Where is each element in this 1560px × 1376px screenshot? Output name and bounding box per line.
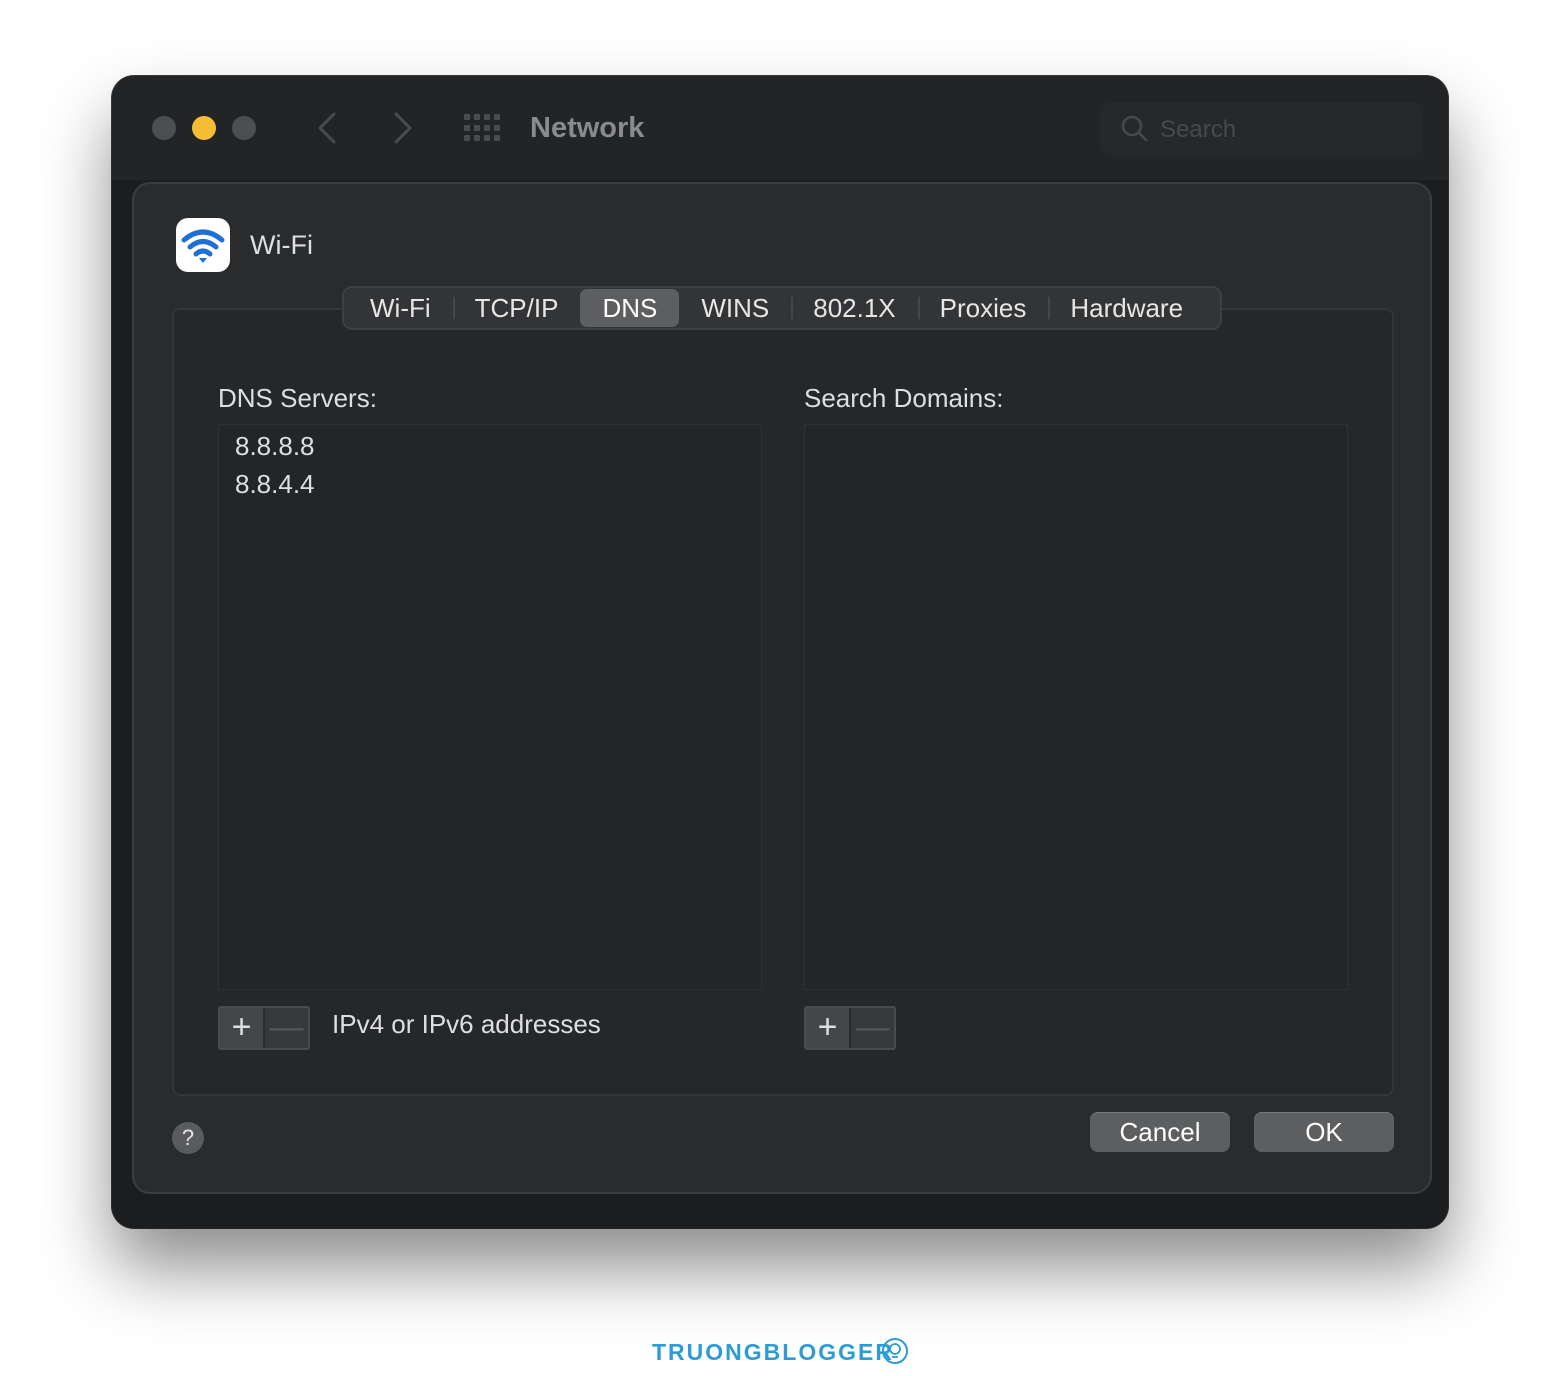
minimize-window-button[interactable] [192,116,216,140]
tab-proxies[interactable]: Proxies [917,289,1049,327]
tab-dns[interactable]: DNS [580,289,680,327]
dns-content-panel: DNS Servers: 8.8.8.8 8.8.4.4 + — IPv4 or… [172,308,1394,1096]
wifi-advanced-sheet: Wi-Fi DNS Servers: 8.8.8.8 8.8.4.4 + — I… [132,182,1432,1194]
tab-wins[interactable]: WINS [679,289,791,327]
help-button[interactable]: ? [172,1122,204,1154]
network-preferences-window: Network Wi-Fi DNS Servers: 8.8.8.8 8 [112,76,1448,1228]
tab-8021x[interactable]: 802.1X [791,289,917,327]
wifi-icon [176,218,230,272]
search-domains-add-remove: + — [804,1006,896,1050]
search-field[interactable] [1100,102,1422,156]
tab-tcpip[interactable]: TCP/IP [452,289,581,327]
cancel-button[interactable]: Cancel [1090,1112,1230,1152]
watermark-text: TRUONGBLOGGER [652,1339,894,1365]
tab-hardware[interactable]: Hardware [1048,289,1205,327]
forward-button[interactable] [382,106,422,150]
sheet-title: Wi-Fi [250,230,313,260]
back-button[interactable] [308,106,348,150]
window-title: Network [530,112,645,144]
lightbulb-icon [882,1338,908,1364]
dns-server-item[interactable]: 8.8.4.4 [219,465,761,503]
search-domains-list[interactable] [804,424,1348,990]
dns-servers-label: DNS Servers: [218,383,377,413]
dns-server-item[interactable]: 8.8.8.8 [219,427,761,465]
search-input[interactable] [1158,112,1402,148]
settings-tab-bar: Wi-Fi TCP/IP DNS WINS 802.1X Proxies Har… [342,286,1222,330]
title-bar: Network [112,76,1448,180]
tab-wifi[interactable]: Wi-Fi [348,289,453,327]
chevron-right-icon [394,112,412,144]
add-search-domain-button[interactable]: + [806,1008,851,1048]
search-icon [1121,115,1148,142]
show-all-grid-icon[interactable] [464,114,500,142]
chevron-left-icon [318,112,336,144]
remove-dns-server-button[interactable]: — [265,1008,308,1048]
dns-servers-add-remove: + — [218,1006,310,1050]
zoom-window-button[interactable] [232,116,256,140]
ok-button[interactable]: OK [1254,1112,1394,1152]
search-domains-label: Search Domains: [804,383,1004,413]
close-window-button[interactable] [152,116,176,140]
add-dns-server-button[interactable]: + [220,1008,265,1048]
dns-servers-list[interactable]: 8.8.8.8 8.8.4.4 [218,424,762,990]
remove-search-domain-button[interactable]: — [851,1008,894,1048]
dns-servers-hint: IPv4 or IPv6 addresses [332,1009,601,1039]
